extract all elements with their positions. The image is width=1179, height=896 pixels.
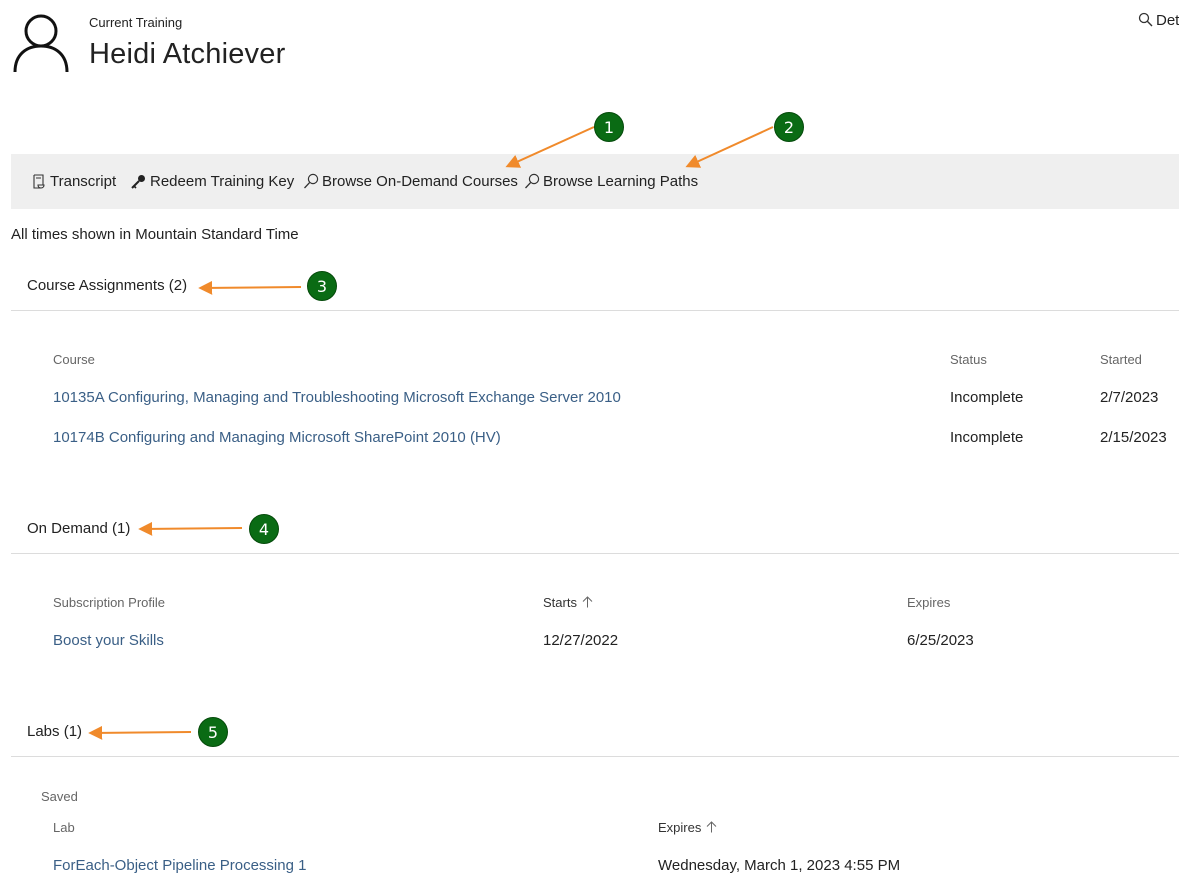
course-started: 2/15/2023 xyxy=(1100,429,1167,446)
column-header-subscription-profile[interactable]: Subscription Profile xyxy=(53,595,165,610)
timezone-note: All times shown in Mountain Standard Tim… xyxy=(11,226,299,243)
course-status: Incomplete xyxy=(950,389,1024,406)
column-header-status[interactable]: Status xyxy=(950,352,987,367)
column-header-lab-expires[interactable]: Expires xyxy=(658,820,717,835)
subscription-starts: 12/27/2022 xyxy=(543,632,619,649)
page-title: Heidi Atchiever xyxy=(89,38,286,70)
starts-label: Starts xyxy=(543,595,577,610)
action-toolbar: Transcript Redeem Training Key Browse On… xyxy=(11,154,1179,209)
annotation-badge: 4 xyxy=(249,514,279,544)
course-link[interactable]: 10135A Configuring, Managing and Trouble… xyxy=(53,389,621,406)
transcript-icon xyxy=(33,174,45,189)
subscription-expires: 6/25/2023 xyxy=(907,632,974,649)
search-icon xyxy=(525,173,540,189)
annotation-arrow xyxy=(138,521,243,536)
search-icon xyxy=(304,173,319,189)
user-avatar-icon xyxy=(13,14,69,73)
sort-ascending-icon xyxy=(707,821,717,833)
course-status: Incomplete xyxy=(950,429,1024,446)
annotation-arrow xyxy=(88,725,192,740)
current-training-page: Current Training Heidi Atchiever Det Tra… xyxy=(0,0,1179,896)
column-header-lab[interactable]: Lab xyxy=(53,820,75,835)
lab-expires: Wednesday, March 1, 2023 4:55 PM xyxy=(658,857,901,874)
on-demand-heading[interactable]: On Demand (1) xyxy=(27,520,130,537)
search-icon xyxy=(1138,12,1153,27)
section-divider xyxy=(11,310,1179,311)
annotation-badge: 1 xyxy=(594,112,624,142)
column-header-expires[interactable]: Expires xyxy=(907,595,950,610)
top-right-label: Det xyxy=(1156,12,1179,29)
browse-learning-paths-button[interactable]: Browse Learning Paths xyxy=(524,173,698,190)
section-divider xyxy=(11,553,1179,554)
transcript-button[interactable]: Transcript xyxy=(31,173,116,190)
column-header-started[interactable]: Started xyxy=(1100,352,1142,367)
annotation-badge: 3 xyxy=(307,271,337,301)
subscription-profile-link[interactable]: Boost your Skills xyxy=(53,632,164,649)
browse-courses-label: Browse On-Demand Courses xyxy=(322,173,518,190)
redeem-label: Redeem Training Key xyxy=(150,173,295,190)
course-assignments-heading[interactable]: Course Assignments (2) xyxy=(27,277,187,294)
course-started: 2/7/2023 xyxy=(1100,389,1159,406)
lab-link[interactable]: ForEach-Object Pipeline Processing 1 xyxy=(53,857,306,874)
course-link[interactable]: 10174B Configuring and Managing Microsof… xyxy=(53,429,501,446)
browse-on-demand-courses-button[interactable]: Browse On-Demand Courses xyxy=(303,173,518,190)
lab-expires-label: Expires xyxy=(658,820,702,835)
top-right-search-link[interactable]: Det xyxy=(1138,12,1179,29)
labs-group-label: Saved xyxy=(41,789,78,804)
section-divider xyxy=(11,756,1179,757)
annotation-arrows xyxy=(88,126,774,740)
annotation-arrow xyxy=(198,280,302,295)
redeem-training-key-button[interactable]: Redeem Training Key xyxy=(130,173,294,190)
annotation-badge: 5 xyxy=(198,717,228,747)
annotation-badge: 2 xyxy=(774,112,804,142)
sort-ascending-icon xyxy=(582,596,593,608)
column-header-course[interactable]: Course xyxy=(53,352,95,367)
key-icon xyxy=(131,175,145,189)
transcript-label: Transcript xyxy=(50,173,117,190)
page-subtitle: Current Training xyxy=(89,15,183,30)
column-header-starts[interactable]: Starts xyxy=(543,595,593,610)
labs-heading[interactable]: Labs (1) xyxy=(27,723,82,740)
browse-paths-label: Browse Learning Paths xyxy=(543,173,699,190)
